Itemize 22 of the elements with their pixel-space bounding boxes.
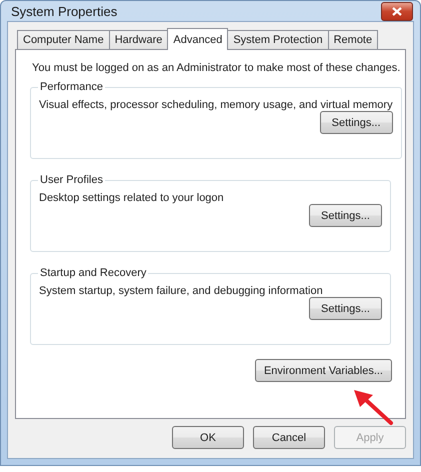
arrow-drawing [351, 387, 395, 427]
dialog-button[interactable]: OK [172, 426, 244, 449]
dialog-button[interactable]: Cancel [253, 426, 325, 449]
tab[interactable]: Advanced [167, 28, 228, 50]
settings-button[interactable]: Settings... [309, 204, 382, 227]
tab[interactable]: Hardware [108, 30, 168, 49]
tab[interactable]: Remote [328, 30, 378, 49]
notice-text: You must be logged on as an Administrator to make most of these changes. [32, 62, 400, 74]
group-title: Startup and Recovery [39, 267, 148, 279]
close-icon [392, 6, 402, 16]
group-description: System startup, system failure, and debugging information [39, 285, 323, 297]
group-description: Visual effects, processor scheduling, memory usage, and virtual memory [39, 99, 393, 111]
close-button[interactable] [381, 2, 413, 20]
group-title: Performance [39, 81, 104, 93]
tab[interactable]: System Protection [227, 30, 329, 49]
group-title: User Profiles [39, 174, 104, 186]
window-title: System Properties [10, 4, 118, 18]
tab[interactable]: Computer Name [17, 30, 110, 49]
environment-variables-button[interactable]: Environment Variables... [254, 359, 392, 382]
settings-button[interactable]: Settings... [320, 111, 393, 134]
settings-button[interactable]: Settings... [309, 297, 382, 320]
group-description: Desktop settings related to your logon [39, 192, 224, 204]
